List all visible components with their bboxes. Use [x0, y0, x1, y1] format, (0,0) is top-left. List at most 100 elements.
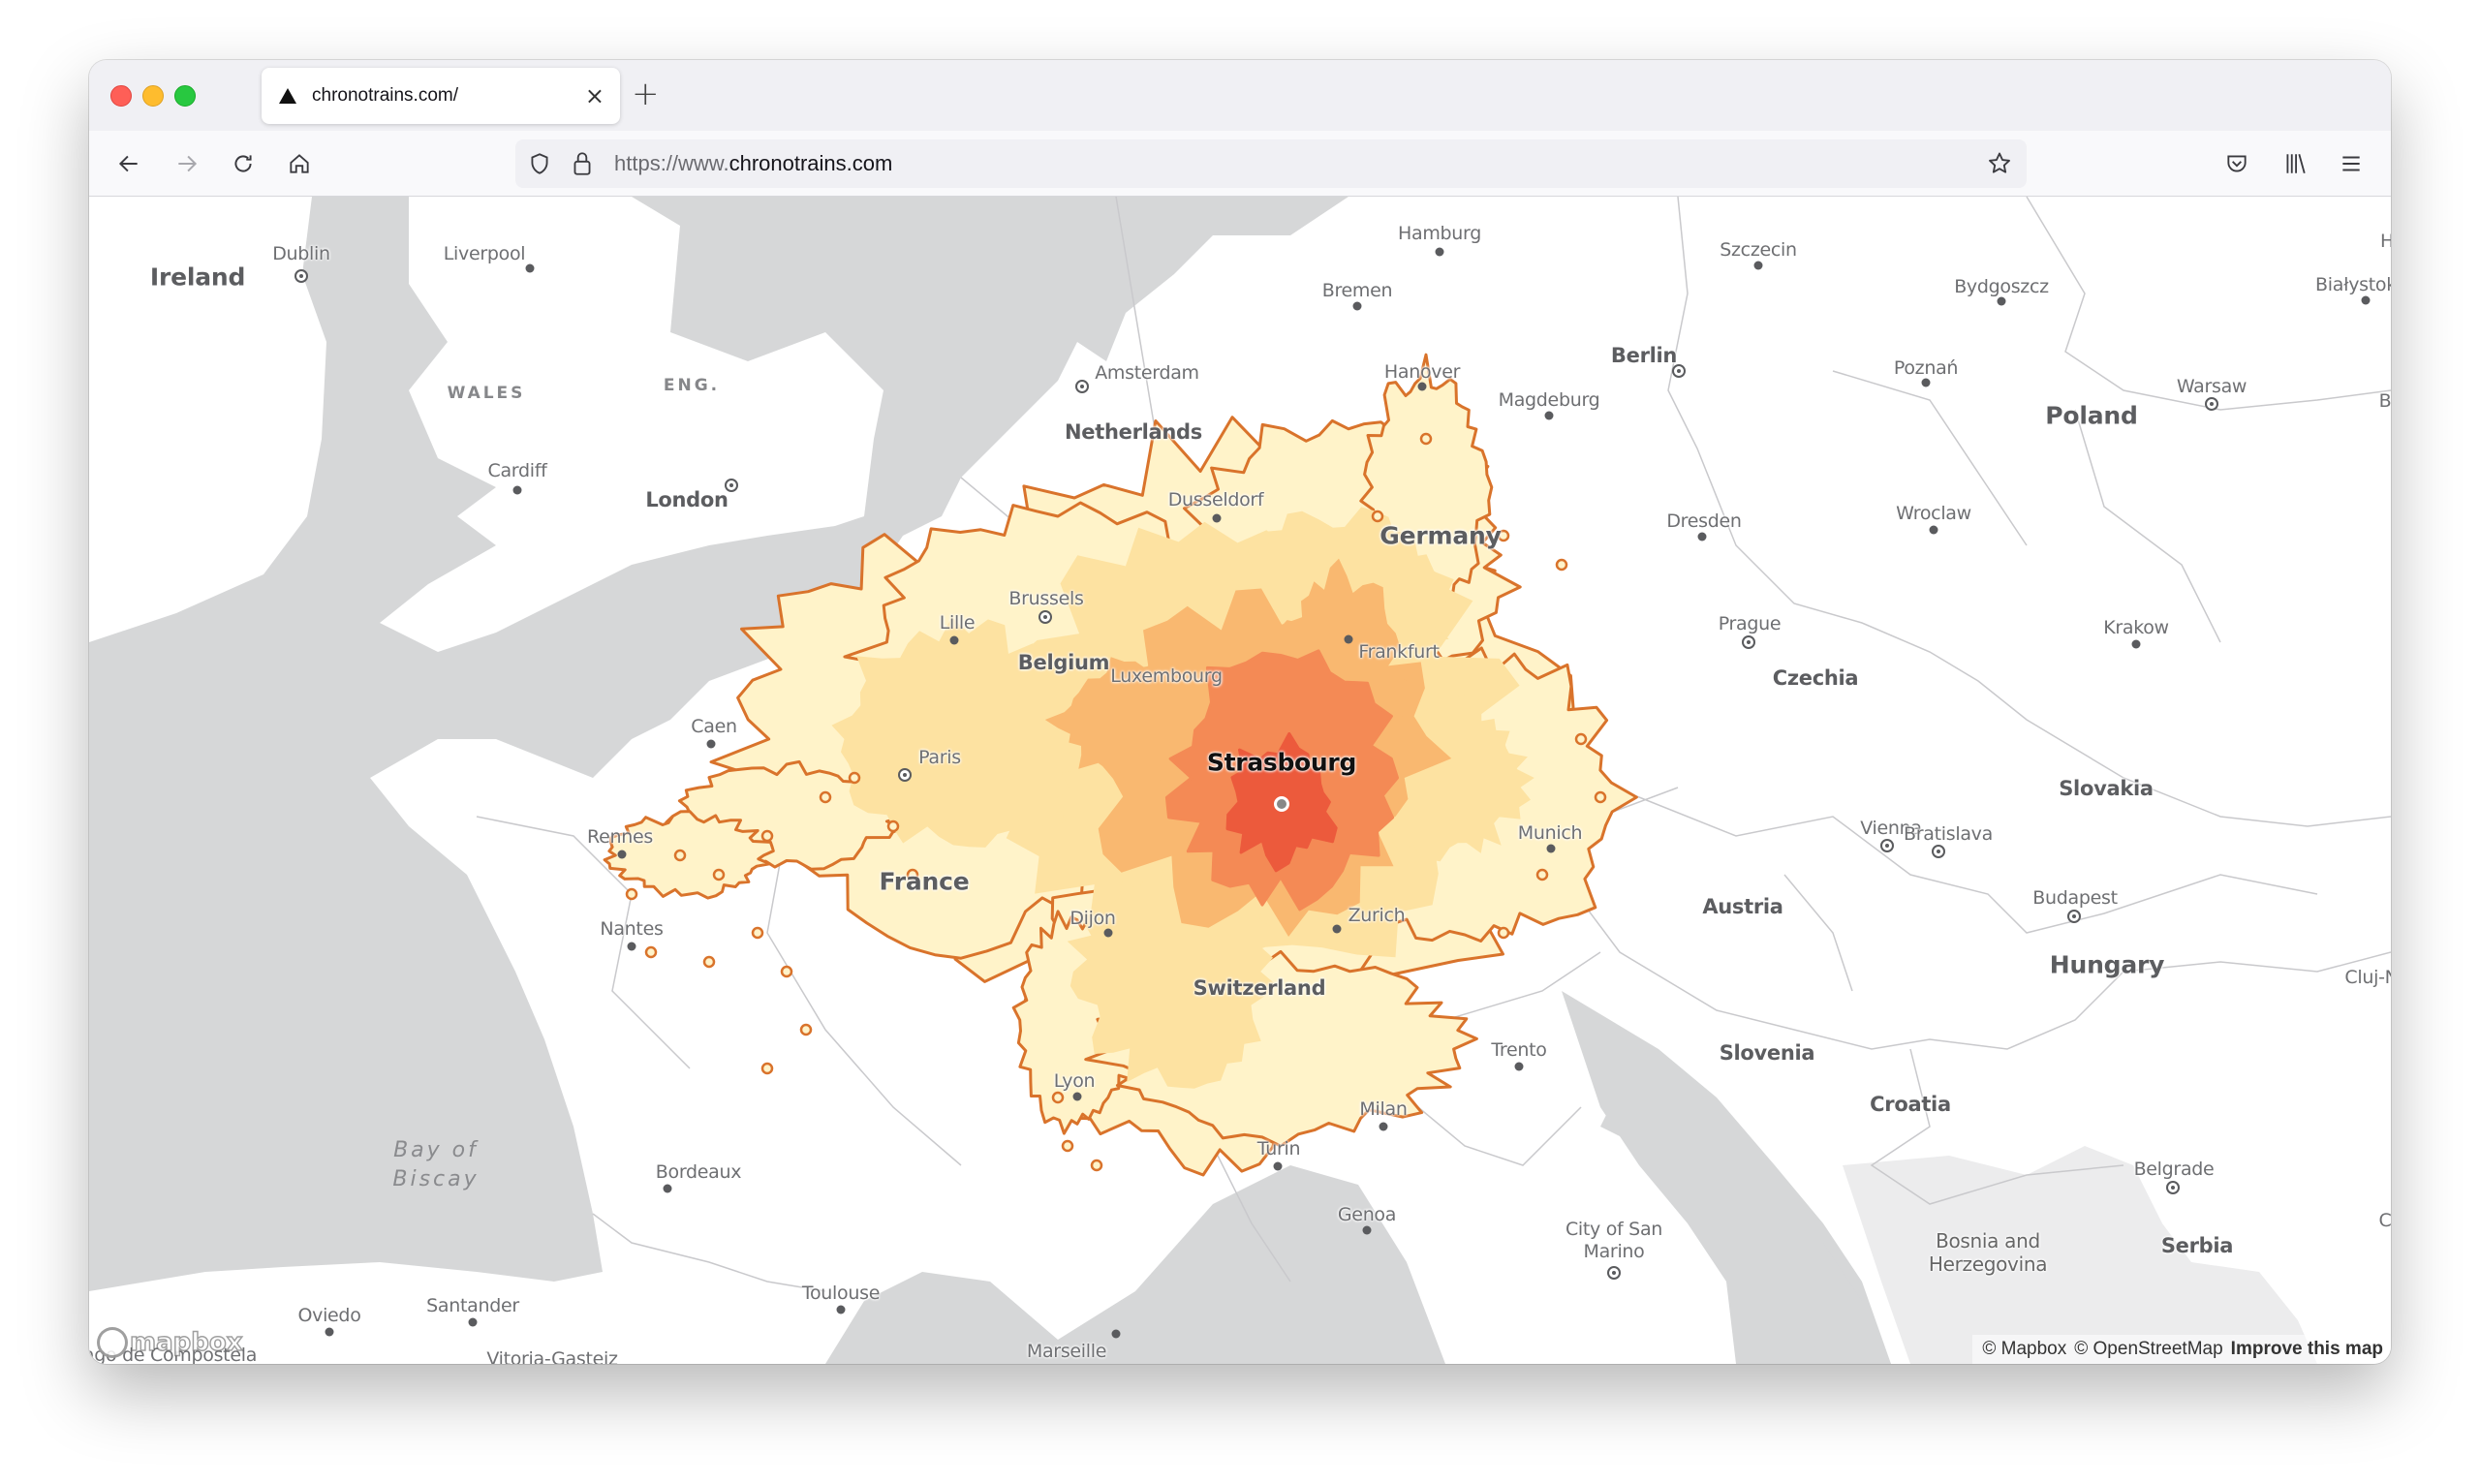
- mapbox-logo-text: mapbox: [129, 1327, 243, 1358]
- attribution-osm-link[interactable]: © OpenStreetMap: [2074, 1339, 2222, 1360]
- capital-marker-icon: [1075, 380, 1089, 393]
- city-marker-icon: [325, 1327, 334, 1337]
- isochrone-station-dot: [1594, 790, 1607, 804]
- label-city-bydgoszcz: Bydgoszcz: [1954, 276, 2049, 297]
- isochrone-station-dot: [799, 1023, 813, 1036]
- menu-button[interactable]: [2335, 147, 2368, 180]
- label-region-england: ENG.: [663, 376, 721, 395]
- label-focus-city-strasbourg: Strasbourg: [1206, 748, 1357, 777]
- city-marker-icon: [468, 1317, 478, 1327]
- focus-city-marker-icon[interactable]: [1274, 796, 1289, 812]
- label-city-bratislava: Bratislava: [1904, 823, 1993, 845]
- isochrone-station-dot: [1419, 432, 1433, 446]
- isochrone-station-dot: [1574, 732, 1588, 746]
- isochrone-station-dot: [644, 945, 658, 959]
- label-city-santander: Santander: [426, 1295, 519, 1316]
- url-bar[interactable]: https://www.chronotrains.com: [515, 139, 2027, 188]
- city-marker-icon: [1379, 1122, 1388, 1131]
- city-marker-icon: [1352, 301, 1362, 311]
- label-city-caen: Caen: [691, 716, 737, 737]
- isochrone-station-dot: [1051, 1091, 1065, 1104]
- shield-icon[interactable]: [527, 151, 552, 176]
- library-button[interactable]: [2278, 147, 2311, 180]
- city-marker-icon: [1111, 1329, 1121, 1339]
- improve-map-link[interactable]: Improve this map: [2231, 1339, 2383, 1360]
- label-city-zurich: Zurich: [1348, 905, 1406, 926]
- label-city-frankfurt: Frankfurt: [1358, 641, 1440, 663]
- capital-marker-icon: [725, 479, 738, 492]
- isochrone-station-dot: [673, 849, 687, 862]
- label-city-rennes: Rennes: [587, 826, 653, 848]
- capital-marker-icon: [2205, 397, 2218, 411]
- city-marker-icon: [1544, 411, 1554, 420]
- city-marker-icon: [1929, 525, 1938, 535]
- isochrone-station-dot: [1555, 558, 1568, 572]
- city-marker-icon: [512, 485, 522, 495]
- isochrone-map[interactable]: Ireland Dublin Liverpool WALES ENG. Card…: [89, 197, 2391, 1364]
- city-marker-icon: [1997, 296, 2006, 306]
- window-close-button[interactable]: [110, 85, 132, 107]
- lock-icon[interactable]: [570, 150, 595, 177]
- home-button[interactable]: [283, 147, 316, 180]
- isochrone-station-dot: [1535, 868, 1549, 881]
- url-text[interactable]: https://www.chronotrains.com: [614, 151, 892, 176]
- forward-button[interactable]: [170, 147, 203, 180]
- label-country-austria: Austria: [1702, 895, 1783, 918]
- window-maximize-button[interactable]: [174, 85, 196, 107]
- window-minimize-button[interactable]: [142, 85, 164, 107]
- attribution-mapbox-link[interactable]: © Mapbox: [1982, 1339, 2066, 1360]
- tab-chronotrains[interactable]: chronotrains.com/ ×: [262, 68, 620, 124]
- home-icon: [290, 154, 309, 173]
- close-tab-icon[interactable]: ×: [585, 84, 604, 108]
- capital-marker-icon: [1880, 839, 1894, 852]
- label-country-serbia: Serbia: [2160, 1234, 2234, 1257]
- capital-marker-icon: [1932, 845, 1945, 858]
- browser-window: chronotrains.com/ × + https://www.chrono…: [89, 60, 2391, 1364]
- label-country-bosnia: Bosnia and Herzegovina: [1928, 1229, 2048, 1276]
- label-city-lyon: Lyon: [1053, 1070, 1096, 1092]
- isochrone-station-dot: [848, 771, 861, 785]
- capital-marker-icon: [1607, 1266, 1621, 1280]
- label-country-poland: Poland: [2045, 401, 2138, 430]
- reload-button[interactable]: [227, 147, 260, 180]
- label-city-berlin: Berlin: [1610, 344, 1678, 367]
- label-city-oviedo: Oviedo: [297, 1305, 361, 1326]
- city-marker-icon: [617, 850, 627, 859]
- back-button[interactable]: [112, 147, 145, 180]
- label-country-switzerland: Switzerland: [1193, 976, 1326, 1000]
- isochrone-station-dot: [760, 1062, 774, 1075]
- label-city-poznan: Poznań: [1893, 357, 1959, 379]
- mapbox-logo-icon: [97, 1327, 128, 1358]
- city-marker-icon: [1103, 928, 1113, 938]
- label-country-france: France: [879, 867, 970, 896]
- city-marker-icon: [627, 942, 636, 951]
- mapbox-logo[interactable]: mapbox: [97, 1327, 243, 1358]
- pocket-button[interactable]: [2220, 147, 2253, 180]
- nav-toolbar: https://www.chronotrains.com: [89, 131, 2391, 197]
- isochrone-station-dot: [819, 790, 832, 804]
- label-city-vitoria: Vitoria-Gasteiz: [486, 1348, 618, 1364]
- label-city-magdeburg: Magdeburg: [1498, 389, 1600, 411]
- new-tab-button[interactable]: +: [632, 77, 660, 110]
- label-city-paris: Paris: [918, 747, 961, 768]
- bookmark-star-icon[interactable]: [1986, 150, 2013, 177]
- isochrone-station-dot: [1371, 510, 1384, 523]
- label-city-szczecin: Szczecin: [1720, 239, 1797, 261]
- capital-marker-icon: [294, 269, 308, 283]
- label-city-brussels: Brussels: [1008, 588, 1084, 609]
- label-city-lille: Lille: [939, 612, 976, 634]
- isochrone-station-dot: [712, 868, 726, 881]
- city-marker-icon: [525, 263, 535, 273]
- label-country-slovakia: Slovakia: [2059, 777, 2154, 800]
- city-marker-icon: [1344, 634, 1353, 644]
- label-city-marseille: Marseille: [1026, 1341, 1107, 1362]
- label-sea-bay-of-biscay: Bay of Biscay: [392, 1138, 480, 1191]
- isochrone-station-dot: [886, 819, 900, 833]
- url-protocol: https://www.: [614, 151, 729, 175]
- label-city-dijon: Dijon: [1070, 908, 1116, 929]
- label-city-cardiff: Cardiff: [487, 460, 547, 481]
- city-marker-icon: [706, 739, 716, 749]
- isochrone-station-dot: [625, 887, 638, 901]
- label-city-trento: Trento: [1491, 1039, 1547, 1061]
- isochrone-station-dot: [1090, 1159, 1103, 1172]
